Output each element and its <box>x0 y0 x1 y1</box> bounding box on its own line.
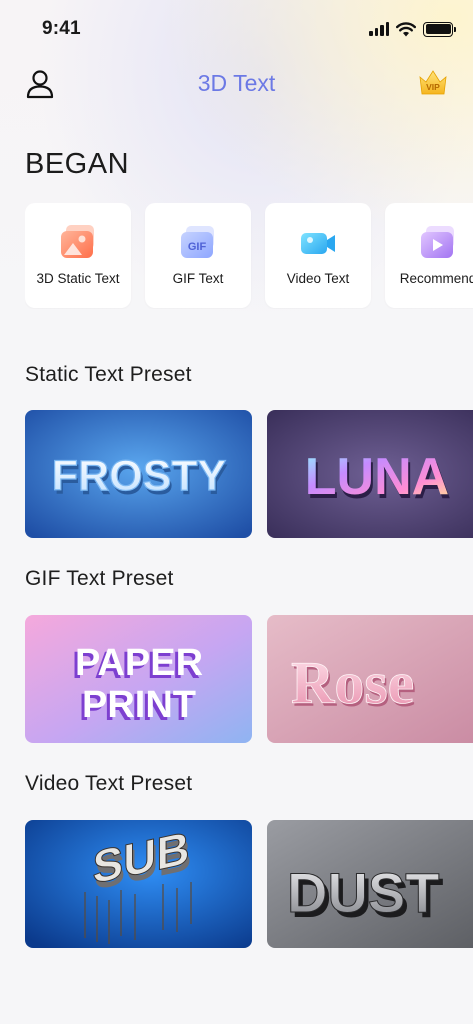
battery-icon <box>423 21 456 37</box>
play-icon <box>421 226 454 258</box>
gif-icon: GIF <box>181 226 214 258</box>
category-card-3d-static[interactable]: 3D Static Text <box>25 203 131 308</box>
preset-text: FROSTY <box>52 452 226 500</box>
category-label: 3D Static Text <box>36 271 120 286</box>
preset-card-dust[interactable]: DUST DUST <box>267 820 473 948</box>
page-title: 3D Text <box>197 70 276 96</box>
section-title-video: Video Text Preset <box>25 772 193 795</box>
image-icon <box>61 225 94 258</box>
preset-card-frosty[interactable]: FROSTY FROSTY <box>25 410 252 538</box>
preset-card-sub[interactable]: SUB SUB <box>25 820 252 948</box>
preset-card-paper-print[interactable]: PAPER PAPER PRINT PRINT <box>25 615 252 743</box>
category-row: 3D Static Text GIF GIF Text Video Text R… <box>25 203 473 309</box>
static-preset-row: FROSTY FROSTY LUNA LUNA <box>25 410 473 538</box>
preset-text: PAPER <box>75 642 203 684</box>
section-title-gif: GIF Text Preset <box>25 567 174 590</box>
app-header: 3D Text VIP <box>0 60 473 110</box>
category-label: GIF Text <box>172 271 224 286</box>
preset-text: PRINT <box>82 684 196 726</box>
status-bar: 9:41 <box>0 0 473 58</box>
category-card-gif[interactable]: GIF GIF Text <box>145 203 251 308</box>
status-time: 9:41 <box>42 18 81 39</box>
video-camera-icon <box>301 233 335 254</box>
gif-preset-row: PAPER PAPER PRINT PRINT Rose Rose <box>25 615 473 743</box>
preset-card-luna[interactable]: LUNA LUNA <box>267 410 473 538</box>
status-icons <box>369 21 456 37</box>
preset-card-rose[interactable]: Rose Rose <box>267 615 473 743</box>
wifi-icon <box>396 21 416 36</box>
category-card-recommend[interactable]: Recommend <box>385 203 473 308</box>
preset-text: DUST <box>287 861 439 924</box>
preset-text: Rose <box>291 650 414 716</box>
video-preset-row: SUB SUB DUST DUST <box>25 820 473 948</box>
cellular-signal-icon <box>369 22 389 36</box>
svg-text:GIF: GIF <box>188 241 207 253</box>
category-label: Video Text <box>286 271 350 286</box>
section-heading-began: BEGAN <box>25 148 130 180</box>
vip-crown-icon[interactable]: VIP <box>417 68 449 98</box>
vip-label: VIP <box>426 82 440 92</box>
preset-text: LUNA <box>305 448 449 506</box>
category-card-video[interactable]: Video Text <box>265 203 371 308</box>
category-label: Recommend <box>399 271 473 286</box>
section-title-static: Static Text Preset <box>25 363 192 386</box>
